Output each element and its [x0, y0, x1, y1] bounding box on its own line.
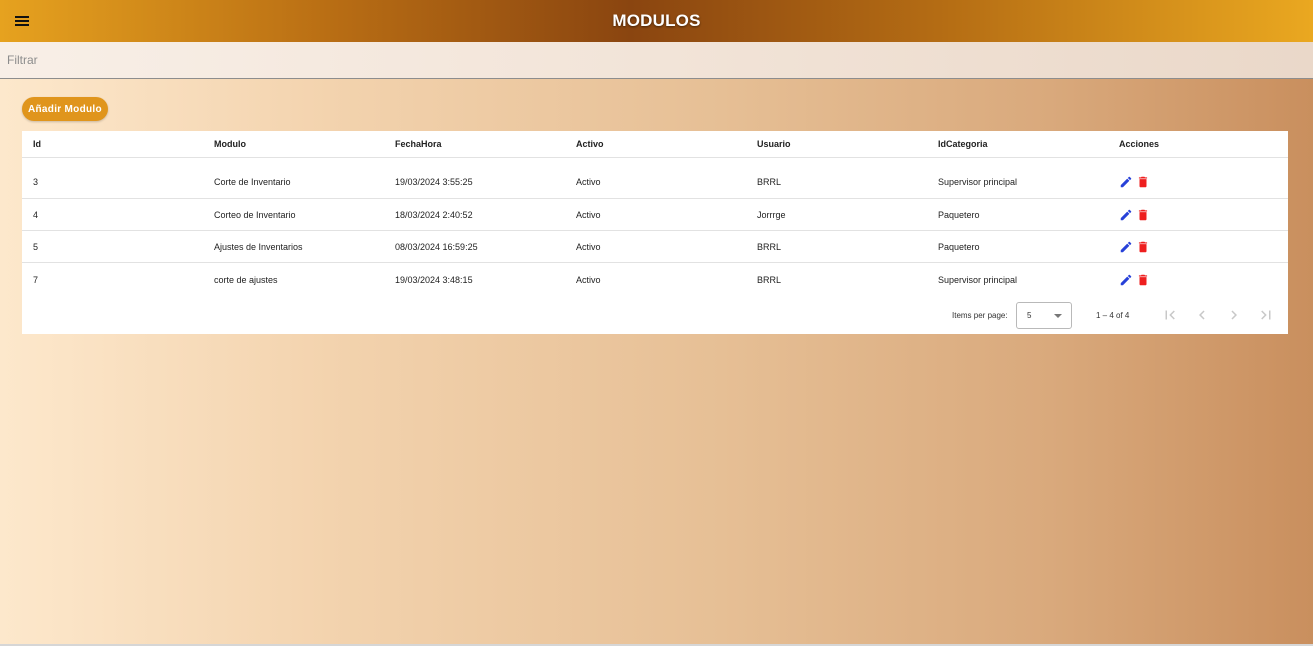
first-page-button[interactable] — [1161, 306, 1179, 324]
cell-fechahora: 19/03/2024 3:55:25 — [384, 157, 565, 199]
cell-activo: Activo — [576, 274, 601, 285]
cell-idcategoria: Paquetero — [927, 230, 1108, 263]
column-header-acciones: Acciones — [1108, 131, 1288, 158]
cell-usuario: BRRL — [746, 230, 927, 263]
modules-table-card: Id Modulo FechaHora Activo Usuario IdCat… — [22, 131, 1288, 334]
page-range-label: 1 – 4 of 4 — [1096, 311, 1130, 320]
cell-id: 4 — [22, 198, 203, 231]
cell-acciones — [1108, 263, 1288, 297]
add-module-button[interactable]: Añadir Modulo — [22, 97, 108, 121]
cell-fechahora: 18/03/2024 2:40:52 — [384, 198, 565, 231]
cell-activo: Activo — [565, 198, 746, 231]
cell-modulo: Ajustes de Inventarios — [203, 230, 384, 263]
edit-icon[interactable] — [1119, 273, 1133, 287]
cell-acciones — [1108, 157, 1288, 199]
cell-fechahora: 08/03/2024 16:59:25 — [384, 230, 565, 263]
cell-activo: Activo — [565, 157, 746, 199]
cell-id: 3 — [22, 157, 203, 199]
cell-usuario: BRRL — [757, 274, 782, 285]
next-page-button[interactable] — [1225, 306, 1243, 324]
cell-acciones — [1108, 230, 1288, 263]
previous-page-button[interactable] — [1193, 306, 1211, 324]
column-header-fechahora[interactable]: FechaHora — [384, 131, 565, 158]
modules-table: Id Modulo FechaHora Activo Usuario IdCat… — [22, 131, 1288, 296]
chevron-right-icon — [1231, 310, 1237, 320]
cell-idcategoria: Paquetero — [927, 198, 1108, 231]
chevron-left-icon — [1199, 310, 1205, 320]
last-page-button[interactable] — [1257, 306, 1275, 324]
cell-usuario: BRRL — [746, 157, 927, 199]
cell-modulo: Corte de Inventario — [203, 157, 384, 199]
cell-acciones — [1108, 198, 1288, 231]
cell-modulo: Corteo de Inventario — [203, 198, 384, 231]
items-per-page-select[interactable]: 5 — [1016, 302, 1072, 329]
table-header-row: Id Modulo FechaHora Activo Usuario IdCat… — [22, 131, 1288, 158]
column-header-activo[interactable]: Activo — [565, 131, 746, 158]
column-header-usuario[interactable]: Usuario — [746, 131, 927, 158]
table-row: 7 corte de ajustes 19/03/2024 3:48:15 Ac… — [22, 263, 1288, 297]
last-page-icon — [1261, 310, 1271, 320]
delete-icon[interactable] — [1136, 240, 1150, 254]
cell-usuario: Jorrrge — [746, 198, 927, 231]
delete-icon[interactable] — [1136, 208, 1150, 222]
cell-fechahora: 19/03/2024 3:48:15 — [395, 274, 473, 285]
items-per-page-label: Items per page: — [952, 311, 1008, 320]
cell-idcategoria: Supervisor principal — [938, 274, 1018, 285]
column-header-idcategoria[interactable]: IdCategoria — [927, 131, 1108, 158]
column-header-id[interactable]: Id — [22, 131, 203, 158]
paginator: Items per page: 5 1 – 4 of 4 — [22, 299, 1288, 334]
table-row: 5 Ajustes de Inventarios 08/03/2024 16:5… — [22, 230, 1288, 263]
cell-activo: Activo — [565, 230, 746, 263]
cell-idcategoria: Supervisor principal — [927, 157, 1108, 199]
column-header-modulo[interactable]: Modulo — [203, 131, 384, 158]
cell-id: 7 — [33, 274, 39, 285]
first-page-icon — [1165, 310, 1175, 320]
cell-modulo: corte de ajustes — [214, 274, 278, 285]
items-per-page-value: 5 — [1027, 311, 1032, 320]
edit-icon[interactable] — [1119, 175, 1133, 189]
filter-bar — [0, 42, 1313, 79]
delete-icon[interactable] — [1136, 273, 1150, 287]
top-app-bar: MODULOS — [0, 0, 1313, 42]
edit-icon[interactable] — [1119, 208, 1133, 222]
delete-icon[interactable] — [1136, 175, 1150, 189]
edit-icon[interactable] — [1119, 240, 1133, 254]
chevron-down-icon — [1054, 314, 1062, 318]
table-row: 4 Corteo de Inventario 18/03/2024 2:40:5… — [22, 198, 1288, 231]
filter-input[interactable] — [0, 42, 1307, 78]
cell-id: 5 — [22, 230, 203, 263]
table-row: 3 Corte de Inventario 19/03/2024 3:55:25… — [22, 157, 1288, 199]
page-title: MODULOS — [612, 11, 701, 30]
